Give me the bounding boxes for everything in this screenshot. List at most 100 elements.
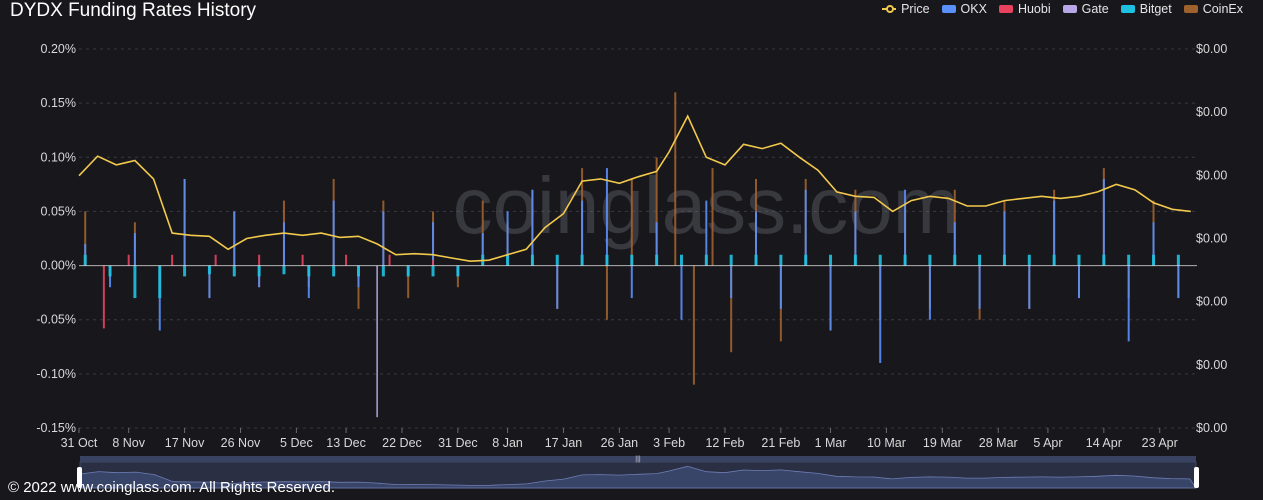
x-tick-label: 23 Apr — [1142, 436, 1178, 450]
bitget-bar — [804, 254, 808, 266]
right-tick-label: $0.00 — [1196, 42, 1227, 56]
bitget-bar — [605, 254, 609, 266]
legend-line-swatch — [882, 5, 897, 13]
right-tick-label: $0.00 — [1196, 421, 1227, 435]
bitget-bar — [928, 254, 932, 266]
legend-item-coinex[interactable]: CoinEx — [1183, 2, 1243, 16]
x-tick-label: 19 Mar — [923, 436, 962, 450]
x-tick-label: 13 Dec — [326, 436, 366, 450]
x-tick-label: 1 Mar — [815, 436, 847, 450]
coinex-bar — [711, 168, 714, 266]
slider-grip-icon[interactable]: ||| — [635, 456, 641, 463]
right-tick-label: $0.00 — [1196, 168, 1227, 182]
okx-bar — [233, 211, 236, 266]
legend-item-price[interactable]: Price — [882, 2, 930, 16]
bitget-bar — [704, 254, 708, 266]
left-axis-ticks: 0.20% 0.15% 0.10% 0.05% 0.00% -0.05% -0.10% -0.… — [36, 42, 76, 435]
bitget-bar — [630, 254, 634, 266]
x-axis-ticks: 31 Oct 8 Nov 17 Nov 26 Nov 5 Dec 13 Dec 22 Dec… — [61, 428, 1178, 450]
left-tick-label: -0.10% — [36, 367, 76, 381]
coinex-bar — [692, 265, 695, 385]
okx-bar — [1127, 265, 1130, 342]
bitget-bar — [506, 254, 510, 266]
legend-item-huobi[interactable]: Huobi — [998, 2, 1051, 16]
okx-bar — [1177, 265, 1180, 299]
huobi-bar — [301, 254, 304, 266]
okx-bar — [282, 222, 285, 266]
bitget-bar — [1176, 254, 1180, 266]
okx-bar — [879, 265, 882, 364]
legend-color-swatch — [998, 5, 1013, 13]
legend-item-gate[interactable]: Gate — [1062, 2, 1109, 16]
right-axis-ticks: $0.00 $0.00 $0.00 $0.00 $0.00 $0.00 $0.00 — [1196, 42, 1227, 435]
bitget-bar — [381, 265, 385, 277]
legend-item-okx[interactable]: OKX — [941, 2, 987, 16]
bitget-bar — [456, 265, 460, 277]
gate-bar — [376, 265, 378, 418]
okx-bar — [1102, 178, 1105, 266]
left-tick-label: 0.20% — [41, 42, 76, 56]
okx-bar — [556, 265, 559, 309]
x-tick-label: 28 Mar — [979, 436, 1018, 450]
huobi-bar — [102, 265, 105, 329]
bitget-bar — [530, 254, 534, 266]
left-tick-label: 0.05% — [41, 204, 76, 218]
legend-label: Price — [901, 2, 930, 16]
okx-bar — [382, 211, 385, 266]
x-tick-label: 8 Nov — [112, 436, 145, 450]
bitget-bar — [83, 254, 87, 266]
bitget-bar — [1102, 254, 1106, 266]
okx-bar — [904, 189, 907, 266]
bitget-bar — [754, 254, 758, 266]
huobi-bar — [127, 254, 130, 266]
bitget-bar — [1027, 254, 1031, 266]
huobi-bar — [432, 260, 435, 266]
left-tick-label: 0.15% — [41, 96, 76, 110]
x-tick-label: 22 Dec — [382, 436, 422, 450]
bitget-bar — [307, 265, 311, 277]
legend-label: OKX — [960, 2, 987, 16]
left-tick-label: -0.05% — [36, 313, 76, 327]
right-tick-label: $0.00 — [1196, 105, 1227, 119]
legend-color-swatch — [1120, 5, 1135, 13]
bitget-bar — [232, 265, 236, 277]
x-tick-label: 12 Feb — [705, 436, 744, 450]
okx-bar — [1077, 265, 1080, 299]
x-tick-label: 14 Apr — [1086, 436, 1122, 450]
x-tick-label: 5 Apr — [1033, 436, 1062, 450]
legend-item-bitget[interactable]: Bitget — [1120, 2, 1172, 16]
bitget-bar — [1152, 254, 1156, 266]
bitget-bar — [978, 254, 982, 266]
huobi-bar — [388, 254, 391, 266]
okx-bar — [804, 189, 807, 266]
slider-right-handle[interactable] — [1194, 467, 1199, 488]
okx-bar — [531, 189, 534, 266]
chart-title: DYDX Funding Rates History — [10, 0, 257, 21]
right-tick-label: $0.00 — [1196, 295, 1227, 309]
legend-label: Bitget — [1139, 2, 1172, 16]
x-tick-label: 26 Nov — [221, 436, 261, 450]
bitget-bar — [878, 254, 882, 266]
bitget-bar — [903, 254, 907, 266]
bitget-bar — [332, 265, 336, 277]
bitget-bar — [158, 265, 162, 299]
bitget-bar — [1077, 254, 1081, 266]
bitget-bar — [108, 265, 112, 277]
legend[interactable]: Price OKX Huobi Gate Bitget CoinEx — [882, 2, 1243, 16]
okx-bar — [630, 265, 633, 299]
x-tick-label: 26 Jan — [601, 436, 639, 450]
bitget-bar — [183, 265, 187, 277]
x-tick-label: 17 Jan — [545, 436, 583, 450]
bitget-bar — [357, 265, 360, 277]
bitget-bar — [431, 265, 435, 277]
okx-bar — [928, 265, 931, 320]
coinex-bar — [674, 92, 677, 266]
okx-bar — [133, 233, 136, 266]
bitget-bar — [133, 265, 137, 299]
okx-bar — [605, 168, 608, 266]
bitget-bar — [655, 254, 659, 266]
bitget-bar — [679, 254, 683, 266]
left-tick-label: 0.10% — [41, 150, 76, 164]
bitget-bar — [282, 265, 286, 275]
bitget-bar — [406, 265, 410, 277]
